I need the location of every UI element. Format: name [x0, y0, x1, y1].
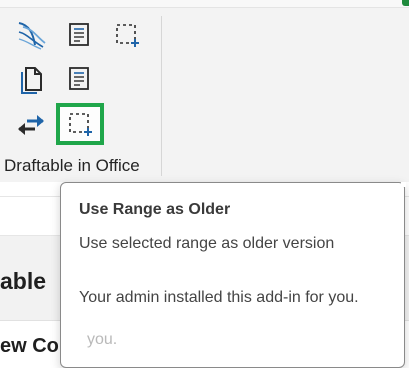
- document-list-icon: [69, 23, 89, 46]
- document-list-button-2[interactable]: [62, 62, 96, 96]
- tooltip: Use Range as Older Use selected range as…: [60, 182, 406, 368]
- tooltip-corner: [401, 182, 406, 187]
- tooltip-ghost-text: you.: [87, 331, 118, 348]
- document-list-icon: [69, 67, 89, 90]
- ribbon: Draftable in Office: [0, 0, 409, 182]
- tooltip-title: Use Range as Older: [79, 201, 231, 218]
- copy-document-icon: [21, 67, 42, 94]
- compare-button[interactable]: [14, 18, 48, 52]
- tooltip-description: Use selected range as older version: [79, 235, 335, 252]
- selection-range-button[interactable]: [110, 18, 144, 52]
- ribbon-group-label: Draftable in Office: [4, 156, 140, 175]
- status-indicator: [402, 0, 409, 6]
- tooltip-admin-note: Your admin installed this add-in for you…: [79, 289, 359, 306]
- use-range-as-older-button[interactable]: [63, 107, 97, 141]
- ribbon-top-edge: [0, 0, 409, 8]
- compare-icon: [18, 22, 46, 50]
- swap-arrows-icon: [18, 115, 44, 135]
- taskpane-title-partial: able: [0, 268, 47, 294]
- document-list-button[interactable]: [62, 18, 96, 52]
- copy-document-button[interactable]: [14, 62, 48, 96]
- group-separator: [161, 16, 162, 176]
- selection-range-icon: [116, 24, 139, 47]
- swap-button[interactable]: [14, 108, 48, 142]
- use-range-as-older-icon: [69, 113, 92, 136]
